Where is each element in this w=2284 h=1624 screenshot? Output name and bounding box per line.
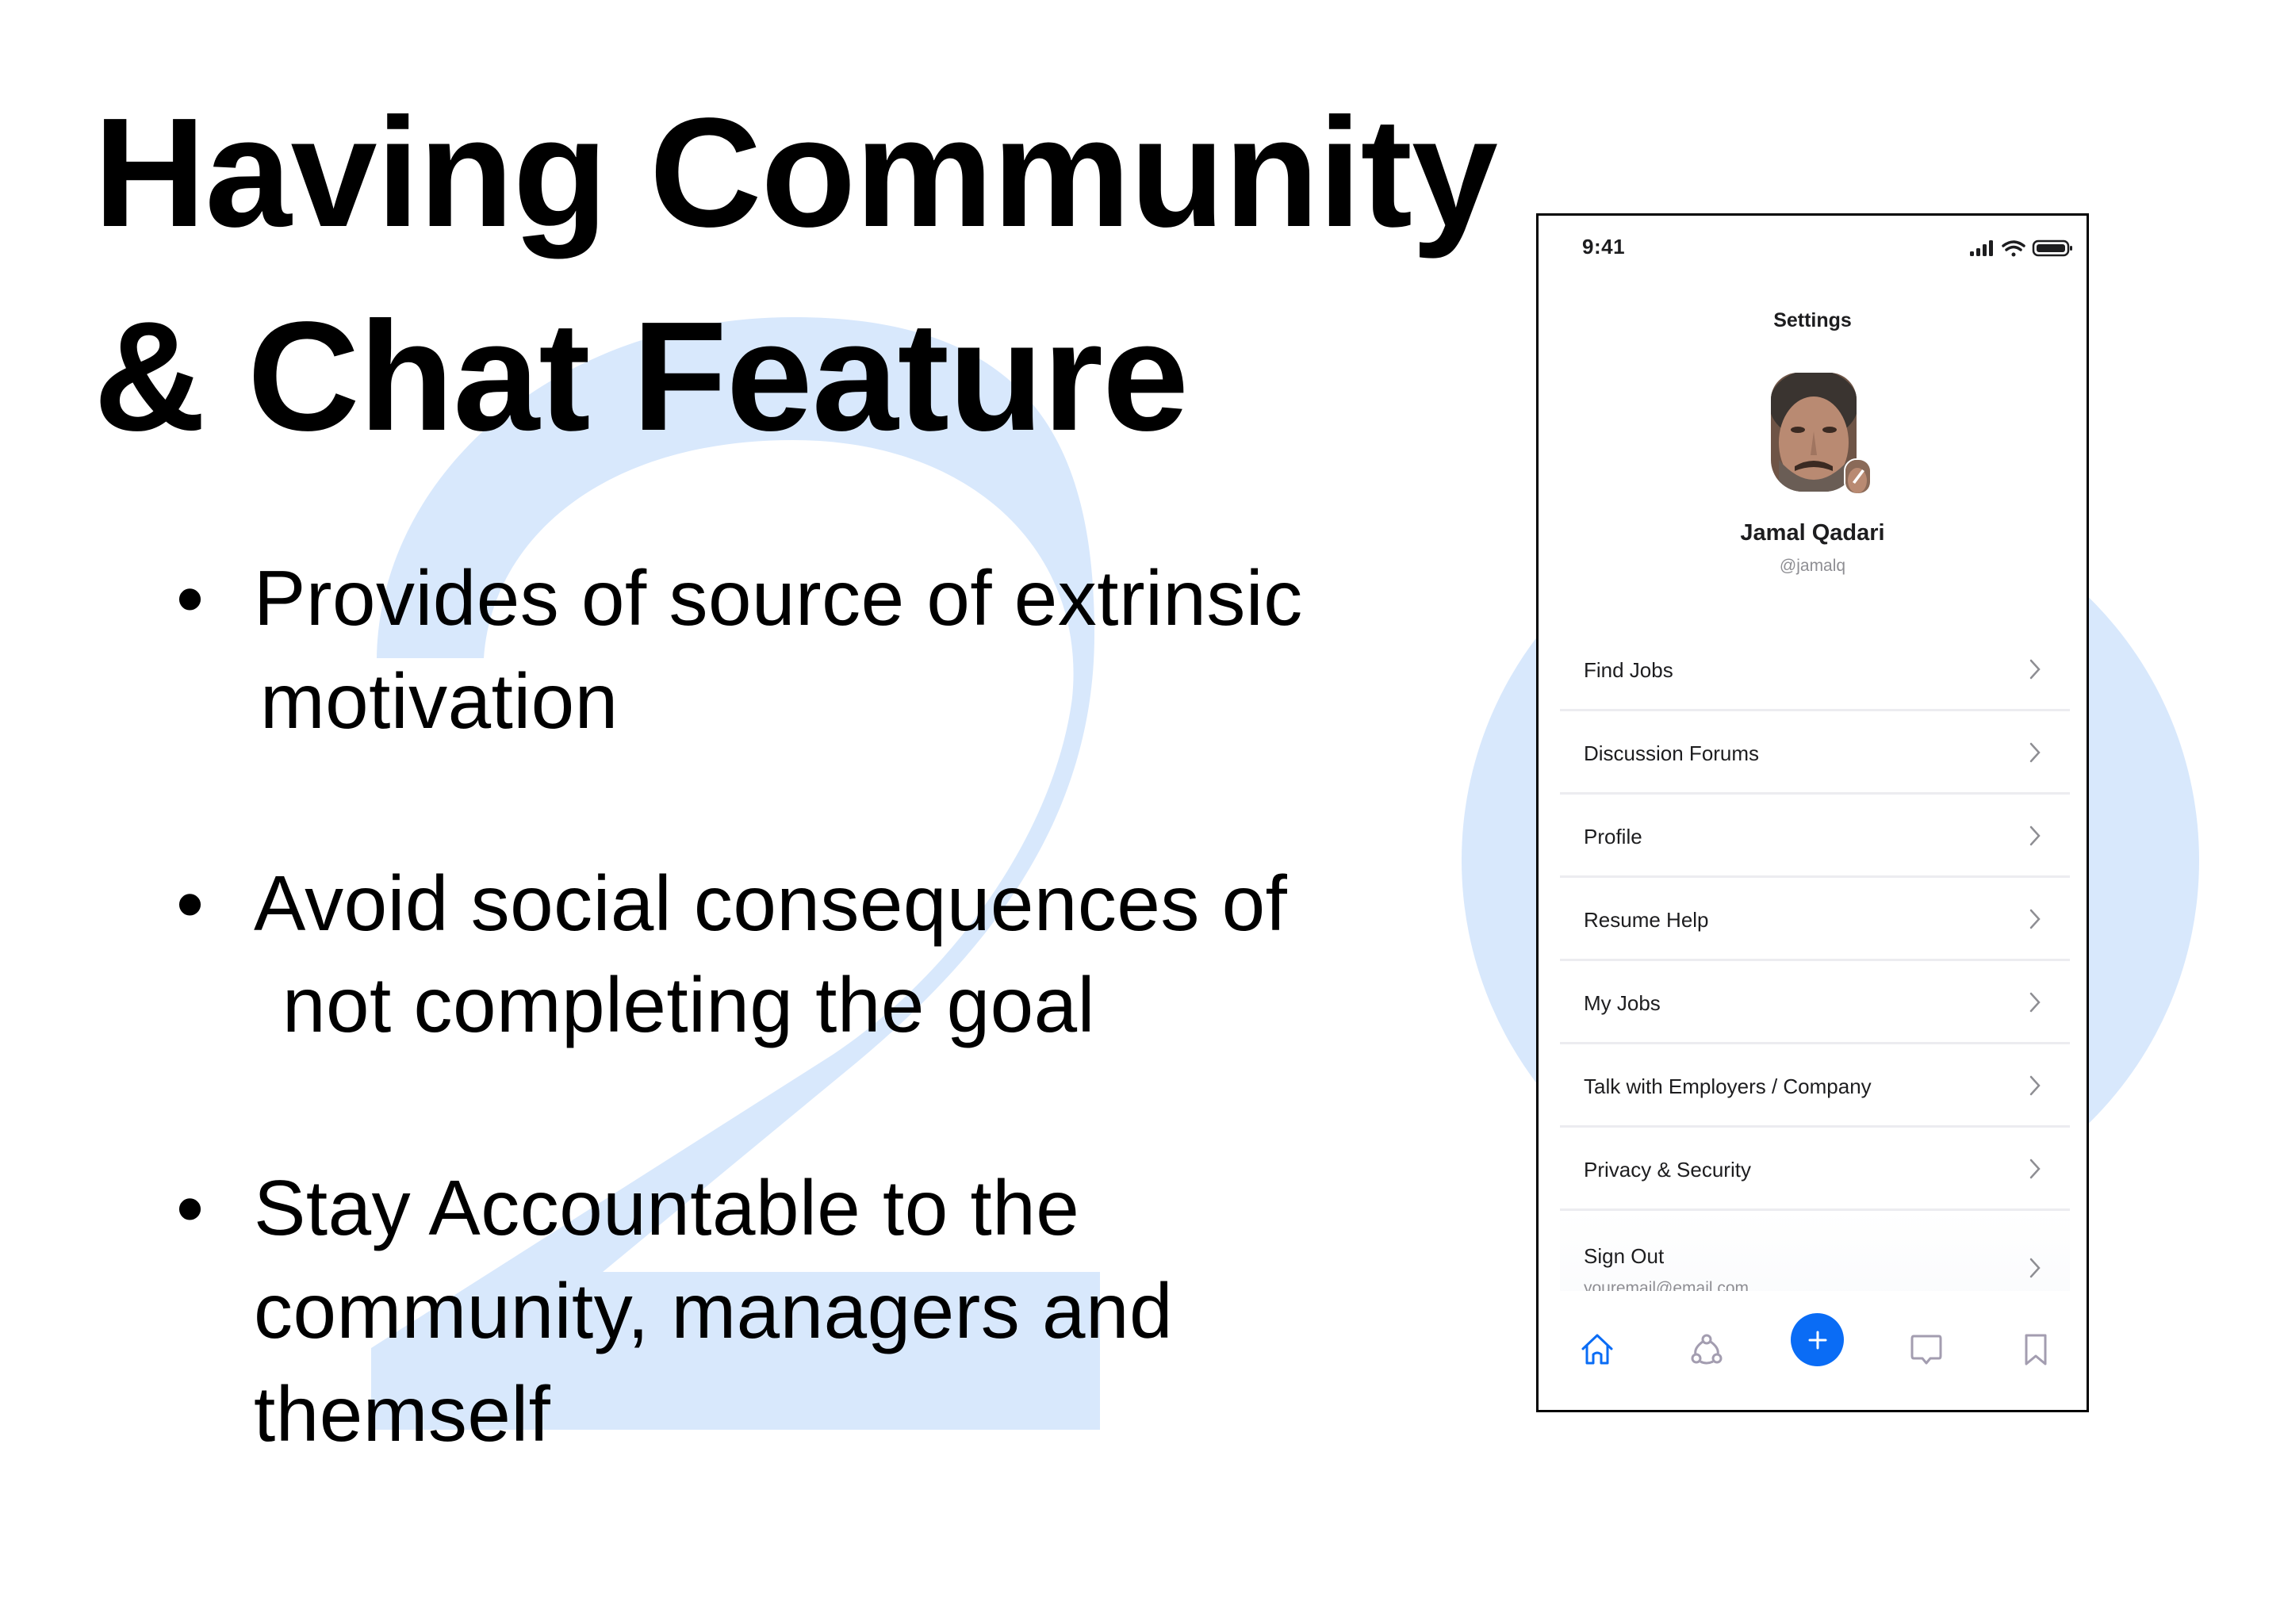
wifi-icon <box>2002 240 2025 257</box>
bottom-nav-bar <box>1539 1291 2087 1410</box>
screen-title: Settings <box>1773 309 1852 331</box>
bullet-dot-icon: • <box>176 860 205 948</box>
chevron-right-icon <box>2029 909 2041 929</box>
menu-item-label: Discussion Forums <box>1584 741 1760 765</box>
status-time: 9:41 <box>1582 235 1626 259</box>
chevron-right-icon <box>2029 1159 2041 1179</box>
phone-mockup: 9:41 Settings Jamal Qadari @jamalq Find … <box>1536 213 2089 1412</box>
bullet-2-line-1: Avoid social consequences of <box>254 860 1288 947</box>
slide-title-line-1: Having Community <box>94 86 1498 259</box>
bullet-3-line-1: Stay Accountable to the <box>254 1164 1080 1251</box>
chevron-right-icon <box>2029 742 2041 763</box>
settings-menu: Find Jobs Discussion Forums Profile Resu… <box>1560 628 2070 1322</box>
add-button[interactable] <box>1791 1313 1844 1366</box>
status-icons <box>1970 239 2072 257</box>
menu-item-label: Privacy & Security <box>1584 1158 1751 1182</box>
menu-item-profile[interactable]: Profile <box>1560 795 2070 878</box>
menu-item-find-jobs[interactable]: Find Jobs <box>1560 628 2070 711</box>
bullet-2-line-2: not completing the goal <box>282 961 1095 1048</box>
menu-item-label: Find Jobs <box>1584 658 1673 682</box>
menu-item-label: Resume Help <box>1584 908 1709 932</box>
chevron-right-icon <box>2029 659 2041 680</box>
plus-icon <box>1808 1331 1826 1349</box>
bookmark-icon[interactable] <box>2018 1332 2053 1367</box>
menu-item-discussion-forums[interactable]: Discussion Forums <box>1560 711 2070 795</box>
profile-handle: @jamalq <box>1779 557 1846 575</box>
signal-icon <box>1970 240 1993 256</box>
chevron-right-icon <box>2029 1258 2041 1278</box>
menu-item-label: Talk with Employers / Company <box>1584 1074 1872 1098</box>
home-icon[interactable] <box>1580 1332 1615 1367</box>
edit-avatar-badge[interactable] <box>1844 458 1872 495</box>
bullet-1-line-1: Provides of source of extrinsic <box>254 554 1303 642</box>
menu-item-talk-with-employers[interactable]: Talk with Employers / Company <box>1560 1044 2070 1128</box>
battery-icon <box>2032 239 2072 257</box>
bullet-3-line-2: community, managers and <box>254 1267 1173 1354</box>
menu-item-privacy-security[interactable]: Privacy & Security <box>1560 1128 2070 1211</box>
bullet-1-line-2: motivation <box>260 657 619 745</box>
community-icon[interactable] <box>1689 1332 1724 1367</box>
chat-icon[interactable] <box>1909 1332 1944 1367</box>
menu-item-my-jobs[interactable]: My Jobs <box>1560 961 2070 1044</box>
bullet-dot-icon: • <box>176 554 205 643</box>
menu-item-resume-help[interactable]: Resume Help <box>1560 878 2070 961</box>
menu-item-label: Sign Out <box>1584 1244 1665 1268</box>
profile-name: Jamal Qadari <box>1740 520 1885 546</box>
menu-item-label: Profile <box>1584 825 1642 848</box>
bullet-3-line-3: themself <box>254 1370 551 1457</box>
slide-title-line-2: & Chat Feature <box>94 289 1189 463</box>
bullet-dot-icon: • <box>176 1164 205 1253</box>
chevron-right-icon <box>2029 825 2041 846</box>
menu-item-label: My Jobs <box>1584 991 1661 1015</box>
chevron-right-icon <box>2029 992 2041 1013</box>
chevron-right-icon <box>2029 1075 2041 1096</box>
